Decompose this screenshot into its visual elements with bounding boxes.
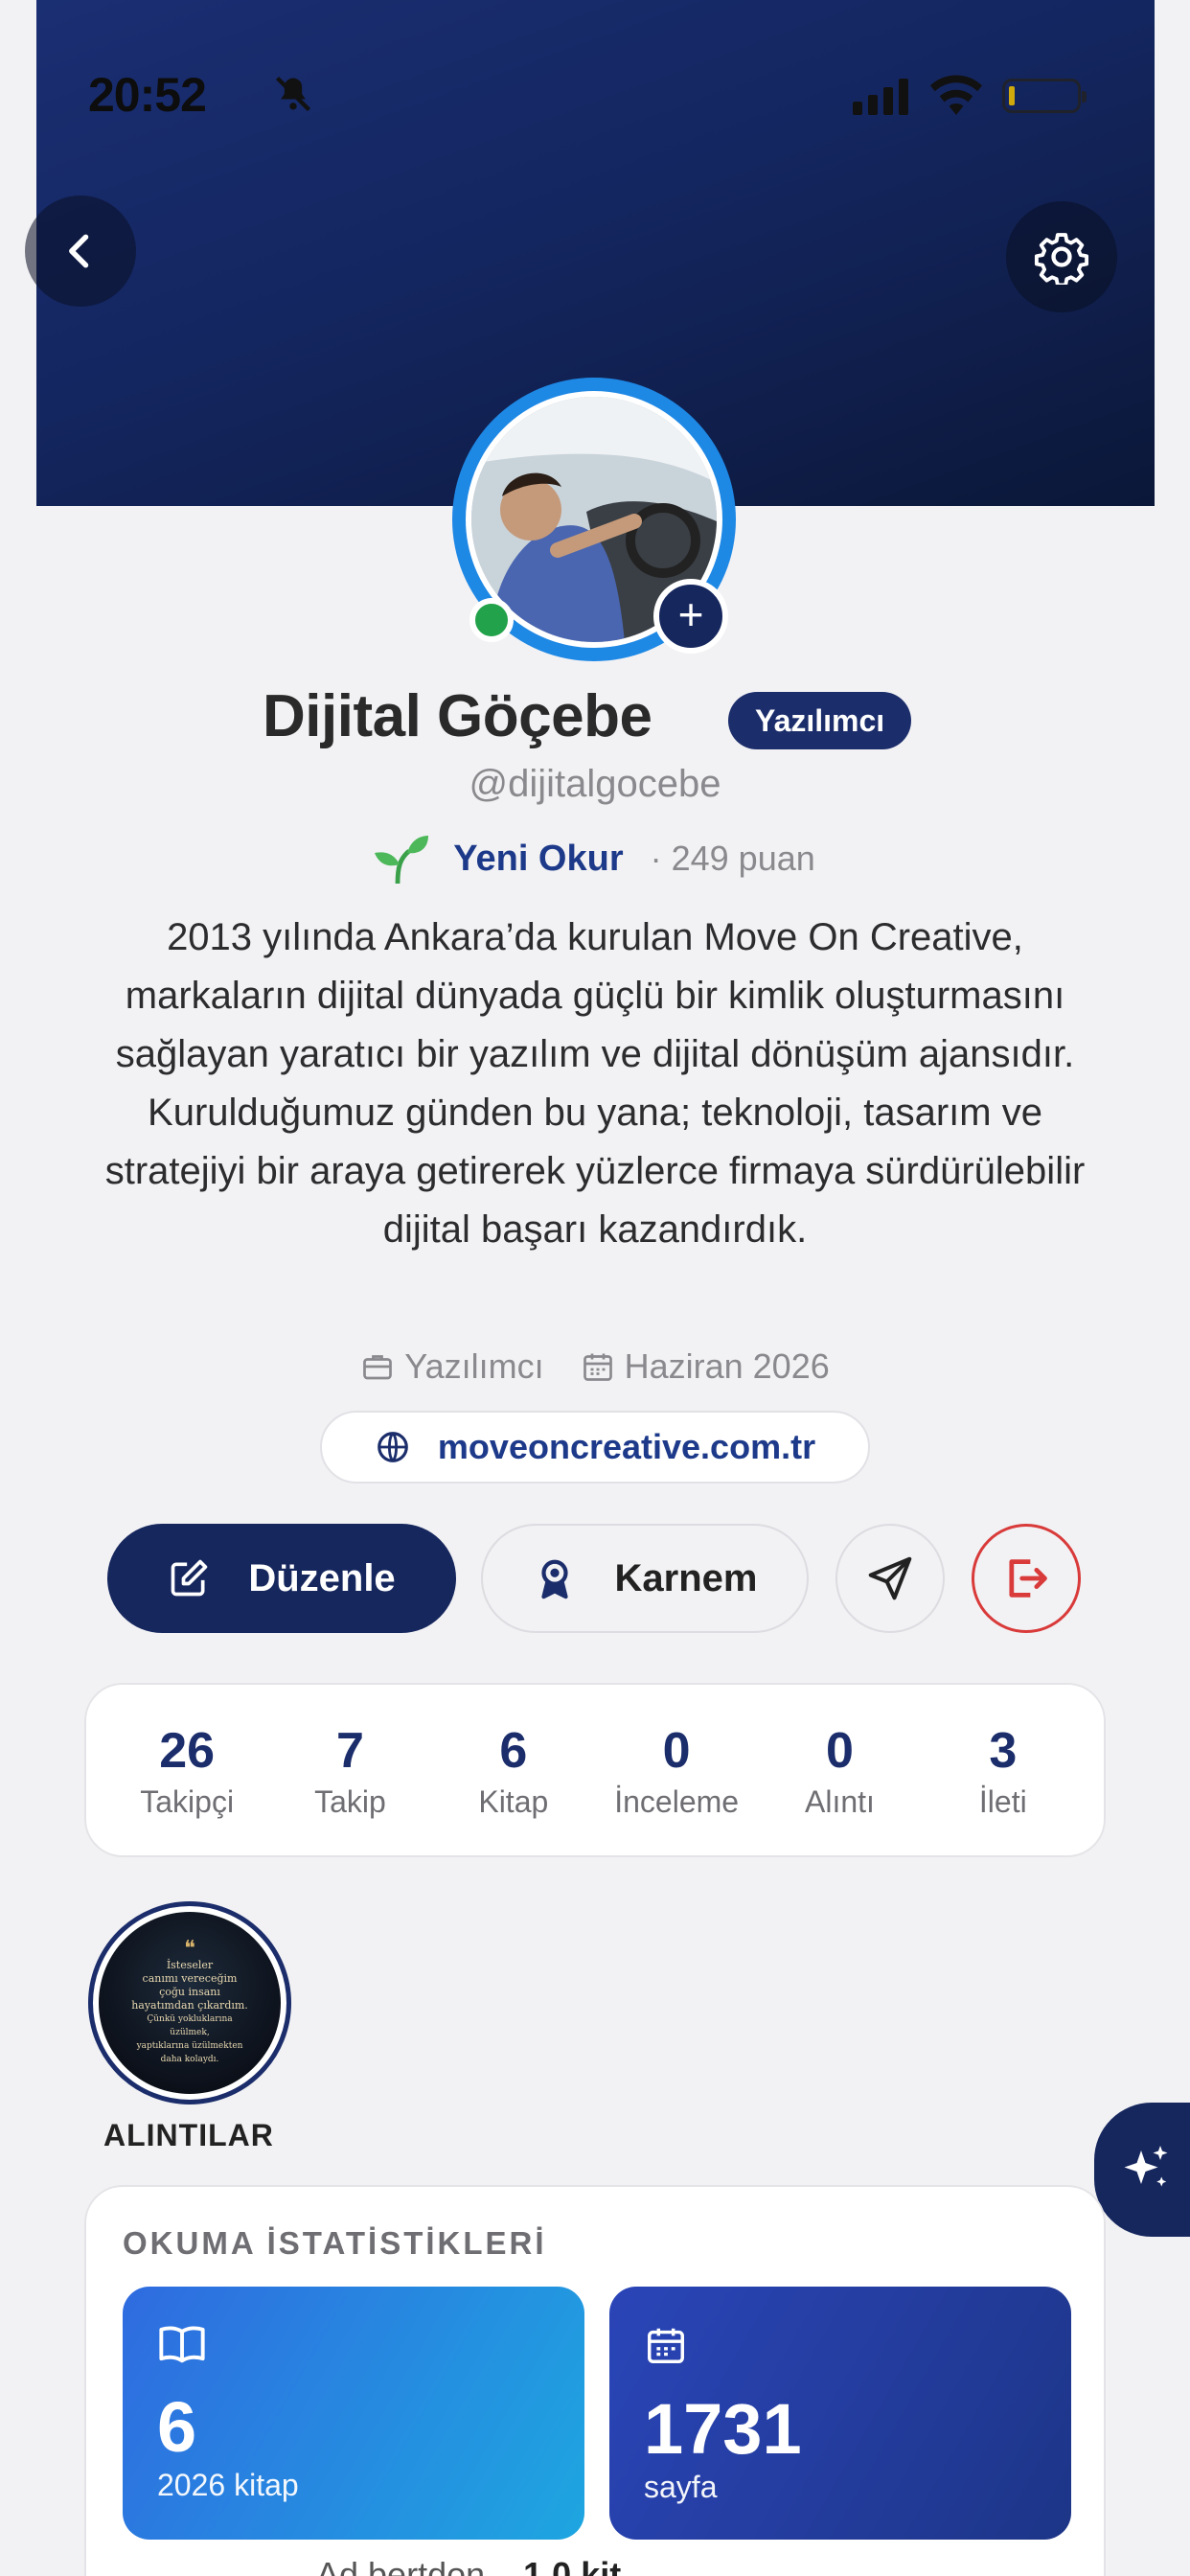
reading-stats-title: OKUMA İSTATİSTİKLERİ — [123, 2225, 547, 2261]
quote-line: Çünkü yokluklarına — [147, 2014, 233, 2024]
rank-row[interactable]: Yeni Okur · 249 puan — [0, 832, 1190, 886]
status-time: 20:52 — [88, 68, 207, 122]
join-date: Haziran 2026 — [581, 1346, 830, 1387]
stat-value: 0 — [826, 1722, 854, 1779]
profile-handle: @dijitalgocebe — [469, 763, 721, 805]
edit-profile-button[interactable]: Düzenle — [107, 1524, 456, 1633]
quote-image: ❝ İsteseler canımı vereceğim çoğu insanı… — [99, 1912, 281, 2094]
online-status-dot — [469, 598, 514, 642]
join-date-text: Haziran 2026 — [624, 1346, 830, 1386]
report-card-label: Karnem — [614, 1556, 758, 1599]
ai-assistant-button[interactable] — [1094, 2103, 1190, 2237]
back-button[interactable] — [25, 196, 136, 307]
signal-icon — [853, 79, 908, 115]
stat-followers[interactable]: 26 Takipçi — [110, 1721, 263, 1820]
add-photo-button[interactable]: + — [653, 579, 728, 654]
stat-following[interactable]: 7 Takip — [273, 1721, 426, 1820]
quote-line: çoğu insanı — [159, 1986, 220, 1998]
rank-name: Yeni Okur — [453, 838, 624, 879]
stat-label: Takip — [314, 1783, 386, 1819]
sprout-icon — [375, 836, 429, 884]
quote-line: hayatımdan çıkardım. — [131, 1999, 248, 2012]
calendar-icon — [583, 1353, 612, 1381]
quotes-highlight[interactable]: ❝ İsteseler canımı vereceğim çoğu insanı… — [88, 1901, 291, 2104]
stat-value: 26 — [159, 1722, 216, 1779]
sparkles-icon — [1124, 2146, 1168, 2187]
quote-line: daha kolaydı. — [160, 2055, 219, 2064]
stat-label: İleti — [978, 1783, 1027, 1819]
books-tile[interactable]: 6 2026 kitap — [123, 2287, 584, 2540]
stat-label: İnceleme — [614, 1783, 740, 1819]
stat-label: Kitap — [478, 1783, 549, 1819]
stat-reviews[interactable]: 0 İnceleme — [600, 1721, 753, 1820]
edit-icon — [171, 1559, 208, 1597]
calendar-icon — [648, 2328, 684, 2363]
profile-meta: Yazılımcı Haziran 2026 — [0, 1340, 1190, 1393]
occupation-text: Yazılımcı — [404, 1346, 544, 1386]
send-icon — [868, 1556, 912, 1600]
stat-books[interactable]: 6 Kitap — [437, 1721, 590, 1820]
rank-points: · 249 puan — [650, 839, 815, 878]
settings-button[interactable] — [1006, 201, 1117, 312]
partial-stat-row: Ad bertdon 1,0 kit — [316, 2555, 621, 2576]
chevron-left-icon — [69, 234, 89, 268]
stat-value: 6 — [499, 1722, 528, 1779]
books-label: 2026 kitap — [157, 2468, 299, 2502]
pages-count: 1731 — [644, 2389, 802, 2469]
quote-line: yaptıklarına üzülmekten — [136, 2041, 243, 2051]
profile-bio: 2013 yılında Ankara’da kurulan Move On C… — [104, 916, 1086, 1251]
book-icon — [159, 2326, 205, 2363]
award-icon — [540, 1559, 568, 1599]
quote-line: canımı vereceğim — [142, 1972, 238, 1985]
bell-off-icon — [275, 76, 311, 112]
quote-line: üzülmek, — [170, 2028, 210, 2037]
wifi-icon — [929, 75, 983, 115]
globe-icon — [378, 1432, 408, 1462]
reading-stats-card: OKUMA İSTATİSTİKLERİ 6 2026 kitap 1731 s… — [84, 2185, 1106, 2576]
battery-icon — [1002, 79, 1087, 113]
occupation: Yazılımcı — [360, 1346, 544, 1387]
report-card-button[interactable]: Karnem — [481, 1524, 809, 1633]
briefcase-icon — [363, 1355, 393, 1380]
name-row: Dijital Göçebe Yazılımcı — [0, 682, 1190, 759]
highlight-label: ALINTILAR — [103, 2118, 274, 2152]
stat-posts[interactable]: 3 İleti — [927, 1721, 1080, 1820]
website-text: moveoncreative.com.tr — [437, 1427, 816, 1466]
quote-line: İsteseler — [166, 1959, 214, 1971]
pages-tile[interactable]: 1731 sayfa — [609, 2287, 1071, 2540]
stat-value: 0 — [662, 1722, 691, 1779]
partial-stat-label: Ad bertdon — [316, 2555, 486, 2576]
gear-icon — [1034, 233, 1089, 285]
stat-value: 3 — [989, 1722, 1018, 1779]
logout-icon — [1009, 1559, 1047, 1598]
send-message-button[interactable] — [835, 1524, 945, 1633]
partial-stat-value: 1,0 kit — [523, 2555, 622, 2576]
books-count: 6 — [157, 2387, 197, 2467]
stat-label: Alıntı — [805, 1783, 875, 1819]
pages-label: sayfa — [644, 2470, 718, 2504]
stat-quotes[interactable]: 0 Alıntı — [763, 1721, 916, 1820]
stat-value: 7 — [336, 1722, 364, 1779]
profile-name: Dijital Göçebe — [263, 683, 652, 749]
logout-button[interactable] — [972, 1524, 1081, 1633]
stat-label: Takipçi — [140, 1783, 235, 1819]
profile-stats: 26 Takipçi 7 Takip 6 Kitap 0 İnceleme 0 … — [84, 1683, 1106, 1857]
edit-label: Düzenle — [248, 1556, 396, 1599]
website-link[interactable]: moveoncreative.com.tr — [320, 1411, 870, 1484]
role-badge: Yazılımcı — [728, 692, 912, 749]
